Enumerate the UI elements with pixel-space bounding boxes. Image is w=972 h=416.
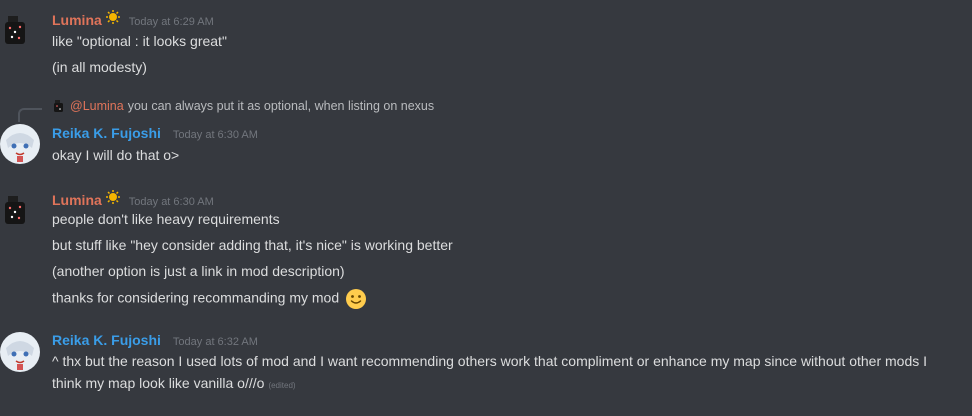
message-header: Reika K. Fujoshi Today at 6:30 AM [52,125,258,141]
message-header: Lumina Today at 6:30 AM [52,189,214,208]
message-text: (another option is just a link in mod de… [52,263,345,279]
message-header: Lumina Today at 6:29 AM [52,9,214,28]
username[interactable]: Reika K. Fujoshi [52,125,161,141]
message-text: ^ thx but the reason I used lots of mod … [52,350,957,397]
message-text: thanks for considering recommanding my m… [52,288,367,310]
username[interactable]: Lumina [52,12,102,28]
username[interactable]: Reika K. Fujoshi [52,332,161,348]
message-header: Reika K. Fujoshi Today at 6:32 AM [52,332,258,348]
avatar[interactable] [0,190,40,230]
message-text: people don't like heavy requirements [52,211,280,227]
edited-indicator: (edited) [268,381,296,390]
avatar[interactable] [0,332,40,372]
reply-preview[interactable]: @Lumina you can always put it as optiona… [52,99,434,113]
avatar[interactable] [0,10,40,50]
avatar[interactable] [0,124,40,164]
sun-icon [105,189,121,207]
message-text: but stuff like "hey consider adding that… [52,237,453,253]
reply-mention[interactable]: @Lumina [70,99,124,113]
message-group: Lumina Today at 6:29 AM like "optional :… [0,0,972,90]
reply-avatar-icon [52,99,66,113]
message-text: (in all modesty) [52,59,147,75]
message-group: Reika K. Fujoshi Today at 6:32 AM ^ thx … [0,330,972,410]
timestamp[interactable]: Today at 6:29 AM [129,16,214,28]
timestamp[interactable]: Today at 6:30 AM [129,196,214,208]
message-group: Lumina Today at 6:30 AM people don't lik… [0,186,972,316]
chat-message-list: Lumina Today at 6:29 AM like "optional :… [0,0,972,416]
message-text: okay I will do that o> [52,147,180,163]
timestamp[interactable]: Today at 6:32 AM [173,336,258,348]
sun-icon [105,9,121,27]
timestamp[interactable]: Today at 6:30 AM [173,129,258,141]
slight-smile-emoji[interactable] [345,288,367,310]
message-text: like "optional : it looks great" [52,33,227,49]
username[interactable]: Lumina [52,192,102,208]
reply-text: you can always put it as optional, when … [127,99,435,113]
message-text-content: thanks for considering recommanding my m… [52,289,340,306]
message-text-content: ^ thx but the reason I used lots of mod … [52,353,928,391]
message-group: Reika K. Fujoshi Today at 6:30 AM okay I… [0,118,972,178]
